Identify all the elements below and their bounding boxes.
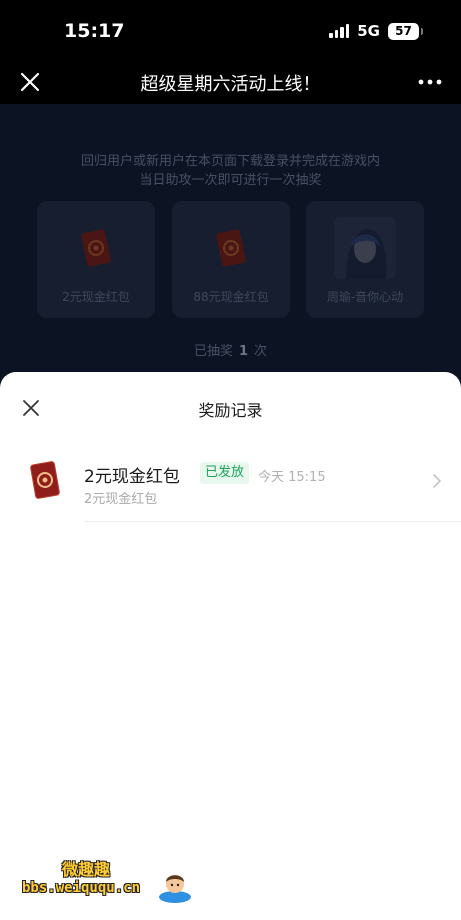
watermark-title: 微趣趣 bbox=[62, 860, 111, 879]
activity-page-background: 回归用户或新用户在本页面下载登录并完成在游戏内 当日助攻一次即可进行一次抽奖 2… bbox=[0, 104, 461, 404]
prize-label: 2元现金红包 bbox=[62, 290, 130, 304]
status-time: 15:17 bbox=[64, 20, 125, 42]
prize-label: 周瑜-音你心动 bbox=[326, 290, 404, 304]
draw-count: 已抽奖 1 次 bbox=[0, 340, 461, 359]
draw-count-suffix: 次 bbox=[254, 344, 268, 359]
red-envelope-icon bbox=[30, 461, 60, 499]
prize-card-skin: 周瑜-音你心动 bbox=[306, 201, 424, 318]
draw-count-value: 1 bbox=[238, 344, 249, 359]
status-badge: 已发放 bbox=[200, 462, 250, 484]
hint-line-2: 当日助攻一次即可进行一次抽奖 bbox=[139, 173, 322, 188]
prize-card-2yuan: 2元现金红包 bbox=[37, 201, 155, 318]
record-subtitle: 2元现金红包 bbox=[84, 492, 158, 507]
status-indicators: 5G 57 bbox=[329, 22, 423, 40]
mascot-icon bbox=[159, 875, 191, 903]
record-time: 今天 15:15 bbox=[258, 470, 326, 485]
sheet-title: 奖励记录 bbox=[198, 401, 263, 420]
chevron-right-icon bbox=[433, 474, 441, 488]
divider bbox=[84, 521, 461, 522]
prize-card-88yuan: 88元现金红包 bbox=[172, 201, 290, 318]
more-dots-icon[interactable] bbox=[417, 70, 443, 94]
hint-line-1: 回归用户或新用户在本页面下载登录并完成在游戏内 bbox=[80, 154, 380, 169]
status-bar: 15:17 5G 57 bbox=[0, 0, 461, 62]
watermark: 微趣趣 bbs.weiququ.cn bbox=[22, 856, 202, 906]
draw-count-prefix: 已抽奖 bbox=[193, 344, 233, 359]
record-name: 2元现金红包 bbox=[84, 467, 180, 487]
red-envelope-icon bbox=[81, 229, 111, 267]
signal-icon bbox=[329, 24, 350, 38]
red-envelope-icon bbox=[216, 229, 246, 267]
nav-bar: 超级星期六活动上线！ bbox=[0, 62, 461, 104]
network-type: 5G bbox=[357, 22, 380, 40]
battery-icon: 57 bbox=[388, 22, 423, 40]
reward-record-row[interactable]: 2元现金红包 已发放 今天 15:15 2元现金红包 bbox=[0, 448, 461, 522]
hero-skin-image bbox=[334, 217, 396, 279]
prize-label: 88元现金红包 bbox=[193, 290, 269, 304]
reward-record-sheet: 奖励记录 2元现金红包 已发放 今天 15:15 2元现金红包 bbox=[0, 372, 461, 920]
page-title: 超级星期六活动上线！ bbox=[140, 74, 321, 95]
activity-hint: 回归用户或新用户在本页面下载登录并完成在游戏内 当日助攻一次即可进行一次抽奖 bbox=[0, 152, 461, 190]
watermark-url: bbs.weiququ.cn bbox=[22, 880, 141, 896]
